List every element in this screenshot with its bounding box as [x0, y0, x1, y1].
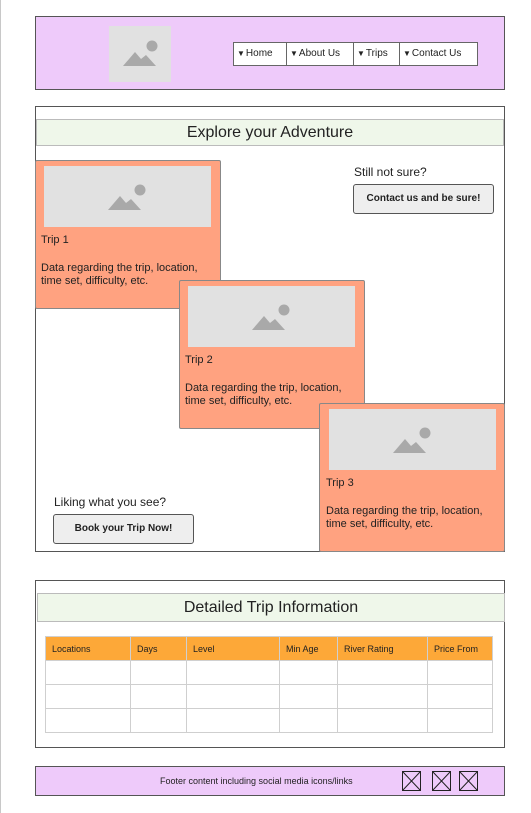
column-header: Price From	[427, 636, 493, 661]
table-cell	[45, 684, 131, 709]
adventure-title: Explore your Adventure	[36, 119, 504, 146]
trip-description: Data regarding the trip, location, time …	[326, 505, 483, 530]
nav-item-home[interactable]: ▼Home	[233, 42, 287, 66]
table-cell	[186, 708, 280, 733]
footer-text: Footer content including social media ic…	[160, 776, 353, 786]
trip-image-placeholder-icon	[44, 166, 211, 227]
column-header: Locations	[45, 636, 131, 661]
page-edge-line	[0, 0, 1, 813]
nav-label: Home	[245, 48, 273, 59]
main-nav: ▼Home ▼About Us ▼Trips ▼Contact Us	[233, 42, 478, 66]
column-header: River Rating	[337, 636, 428, 661]
trip-image-placeholder-icon	[329, 409, 496, 470]
chevron-down-icon: ▼	[237, 49, 245, 58]
nav-item-trips[interactable]: ▼Trips	[353, 42, 400, 66]
column-header: Min Age	[279, 636, 338, 661]
table-cell	[337, 660, 428, 685]
table-cell	[186, 660, 280, 685]
chevron-down-icon: ▼	[290, 49, 298, 58]
still-not-sure-text: Still not sure?	[354, 165, 427, 179]
nav-item-contact-us[interactable]: ▼Contact Us	[399, 42, 478, 66]
book-trip-button[interactable]: Book your Trip Now!	[53, 514, 194, 544]
social-media-icon[interactable]	[402, 771, 421, 791]
table-cell	[337, 708, 428, 733]
table-cell	[45, 660, 131, 685]
table-cell	[186, 684, 280, 709]
chevron-down-icon: ▼	[357, 49, 365, 58]
trip-image-placeholder-icon	[188, 286, 355, 347]
nav-item-about-us[interactable]: ▼About Us	[286, 42, 354, 66]
column-header: Level	[186, 636, 280, 661]
table-cell	[45, 708, 131, 733]
table-row	[45, 708, 493, 733]
contact-us-button[interactable]: Contact us and be sure!	[353, 184, 494, 214]
trip-name: Trip 3	[326, 477, 354, 489]
social-media-icon[interactable]	[432, 771, 451, 791]
trip-info-table: Locations Days Level Min Age River Ratin…	[45, 636, 493, 733]
table-cell	[130, 660, 187, 685]
table-cell	[279, 660, 338, 685]
table-cell	[130, 684, 187, 709]
detailed-info-title: Detailed Trip Information	[37, 593, 505, 622]
table-header-row: Locations Days Level Min Age River Ratin…	[45, 636, 493, 661]
table-row	[45, 684, 493, 709]
chevron-down-icon: ▼	[403, 49, 411, 58]
table-cell	[337, 684, 428, 709]
trip-name: Trip 2	[185, 354, 213, 366]
logo-image-placeholder-icon[interactable]	[109, 26, 171, 82]
nav-label: Trips	[365, 48, 388, 59]
nav-label: About Us	[298, 48, 341, 59]
table-cell	[130, 708, 187, 733]
column-header: Days	[130, 636, 187, 661]
table-cell	[427, 660, 493, 685]
nav-label: Contact Us	[411, 48, 462, 59]
table-cell	[279, 708, 338, 733]
table-cell	[427, 708, 493, 733]
liking-text: Liking what you see?	[54, 495, 167, 509]
table-cell	[427, 684, 493, 709]
table-cell	[279, 684, 338, 709]
table-row	[45, 660, 493, 685]
trip-name: Trip 1	[41, 234, 69, 246]
social-media-icon[interactable]	[459, 771, 478, 791]
